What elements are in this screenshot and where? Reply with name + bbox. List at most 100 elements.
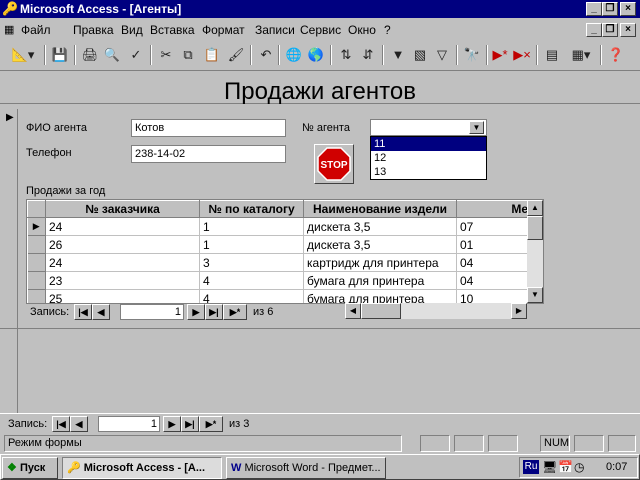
clock-icon[interactable]: ◷ — [574, 460, 584, 474]
cell-item-name[interactable]: картридж для принтера — [303, 253, 457, 272]
table-row[interactable]: 23 4 бумага для принтера 04 — [27, 271, 529, 290]
menu-insert[interactable]: Вставка — [150, 23, 195, 37]
copy-icon[interactable]: ⧉ — [178, 45, 198, 65]
format-painter-icon[interactable]: 🖌 — [226, 45, 246, 65]
cell-catalog[interactable]: 1 — [199, 235, 304, 254]
insert-hyperlink-icon[interactable]: 🌐 — [284, 45, 304, 65]
prev-record-button[interactable]: ◀ — [70, 416, 88, 432]
undo-icon[interactable]: ↶ — [256, 45, 276, 65]
view-design-icon[interactable]: 📐▾ — [6, 45, 40, 65]
subform-last-record-button[interactable]: ▶| — [205, 304, 223, 320]
minimize-button[interactable]: _ — [586, 2, 602, 16]
cell-customer[interactable]: 24 — [45, 253, 200, 272]
doc-restore-button[interactable]: ❐ — [602, 23, 618, 37]
first-record-button[interactable]: |◀ — [52, 416, 70, 432]
cell-catalog[interactable]: 3 — [199, 253, 304, 272]
sort-ascending-icon[interactable]: ⇅ — [336, 45, 356, 65]
column-header-customer[interactable]: № заказчика — [45, 200, 200, 218]
delete-record-icon[interactable]: ▶× — [512, 45, 532, 65]
menu-records[interactable]: Записи — [255, 23, 295, 37]
horizontal-scroll-thumb[interactable] — [361, 303, 401, 319]
taskbar-word-button[interactable]: W Microsoft Word - Предмет... — [226, 457, 386, 479]
new-object-icon[interactable]: ▦▾ — [566, 45, 596, 65]
agent-option-12[interactable]: 12 — [371, 151, 486, 165]
find-icon[interactable]: 🔭 — [462, 45, 482, 65]
start-button[interactable]: ❖ Пуск — [2, 457, 58, 479]
menu-tools[interactable]: Сервис — [300, 23, 341, 37]
close-button[interactable]: × — [620, 2, 636, 16]
row-selector[interactable] — [27, 235, 46, 254]
subform-record-number[interactable]: 1 — [120, 304, 184, 320]
cell-month[interactable]: 01 — [456, 235, 529, 254]
scroll-left-icon[interactable]: ◀ — [345, 303, 361, 319]
last-record-button[interactable]: ▶| — [181, 416, 199, 432]
scroll-down-icon[interactable]: ▼ — [527, 287, 543, 303]
column-header-month[interactable]: Ме — [456, 200, 529, 218]
cell-item-name[interactable]: дискета 3,5 — [303, 235, 457, 254]
cell-customer[interactable]: 23 — [45, 271, 200, 290]
database-window-icon[interactable]: ▤ — [542, 45, 562, 65]
new-record-icon[interactable]: ▶* — [490, 45, 510, 65]
sort-descending-icon[interactable]: ⇵ — [358, 45, 378, 65]
record-selector[interactable] — [2, 109, 18, 413]
subform-next-record-button[interactable]: ▶ — [187, 304, 205, 320]
cell-item-name[interactable]: бумага для принтера — [303, 271, 457, 290]
cell-item-name[interactable]: дискета 3,5 — [303, 217, 457, 236]
spelling-icon[interactable]: ✓ — [126, 45, 146, 65]
agent-no-dropdown[interactable]: 11 12 13 — [370, 136, 487, 180]
cell-month[interactable]: 07 — [456, 217, 529, 236]
menu-format[interactable]: Формат — [202, 23, 245, 37]
office-assistant-icon[interactable]: ❓ — [606, 45, 626, 65]
row-selector[interactable] — [27, 271, 46, 290]
corner-selector[interactable] — [27, 200, 46, 218]
monitor-icon[interactable]: 🖥 — [542, 460, 557, 474]
subform-new-record-button[interactable]: ▶* — [223, 304, 247, 320]
chevron-down-icon[interactable]: ▼ — [469, 121, 484, 134]
menu-help[interactable]: ? — [384, 23, 391, 37]
subform-prev-record-button[interactable]: ◀ — [92, 304, 110, 320]
agent-option-13[interactable]: 13 — [371, 165, 486, 179]
print-icon[interactable]: 🖨 — [80, 45, 100, 65]
cell-month[interactable]: 04 — [456, 253, 529, 272]
table-row[interactable]: ▶ 24 1 дискета 3,5 07 — [27, 217, 529, 236]
cell-customer[interactable]: 24 — [45, 217, 200, 236]
subform-first-record-button[interactable]: |◀ — [74, 304, 92, 320]
menu-window[interactable]: Окно — [348, 23, 376, 37]
scroll-up-icon[interactable]: ▲ — [527, 200, 543, 216]
web-toolbar-icon[interactable]: 🌎 — [306, 45, 326, 65]
column-header-item-name[interactable]: Наименование издели — [303, 200, 457, 218]
agent-option-11[interactable]: 11 — [371, 137, 486, 151]
cell-catalog[interactable]: 1 — [199, 217, 304, 236]
menu-file[interactable]: Файл — [21, 23, 51, 37]
next-record-button[interactable]: ▶ — [163, 416, 181, 432]
print-preview-icon[interactable]: 🔍 — [102, 45, 122, 65]
new-record-button[interactable]: ▶* — [199, 416, 223, 432]
stop-button[interactable]: STOP — [314, 144, 354, 184]
table-row[interactable]: 24 3 картридж для принтера 04 — [27, 253, 529, 272]
language-indicator[interactable]: Ru — [523, 460, 539, 474]
apply-filter-icon[interactable]: ▽ — [432, 45, 452, 65]
filter-by-form-icon[interactable]: ▧ — [410, 45, 430, 65]
doc-minimize-button[interactable]: _ — [586, 23, 602, 37]
paste-icon[interactable]: 📋 — [202, 45, 222, 65]
vertical-scroll-thumb[interactable] — [527, 216, 543, 240]
fio-field[interactable]: Котов — [131, 119, 286, 137]
menu-view[interactable]: Вид — [121, 23, 143, 37]
row-selector[interactable] — [27, 253, 46, 272]
row-selector-current[interactable]: ▶ — [27, 217, 46, 236]
filter-by-selection-icon[interactable]: ▼ — [388, 45, 408, 65]
restore-button[interactable]: ❐ — [602, 2, 618, 16]
cell-catalog[interactable]: 4 — [199, 271, 304, 290]
scheduler-icon[interactable]: 📅 — [558, 460, 573, 474]
taskbar-access-button[interactable]: 🔑 Microsoft Access - [А... — [62, 457, 222, 479]
doc-close-button[interactable]: × — [620, 23, 636, 37]
save-icon[interactable]: 💾 — [50, 45, 70, 65]
column-header-catalog[interactable]: № по каталогу — [199, 200, 304, 218]
table-row[interactable]: 26 1 дискета 3,5 01 — [27, 235, 529, 254]
cell-customer[interactable]: 26 — [45, 235, 200, 254]
menu-edit[interactable]: Правка — [73, 23, 114, 37]
phone-field[interactable]: 238-14-02 — [131, 145, 286, 163]
cut-icon[interactable]: ✂ — [156, 45, 176, 65]
taskbar-clock[interactable]: 0:07 — [606, 461, 627, 473]
document-icon[interactable]: ▦ — [4, 23, 18, 37]
